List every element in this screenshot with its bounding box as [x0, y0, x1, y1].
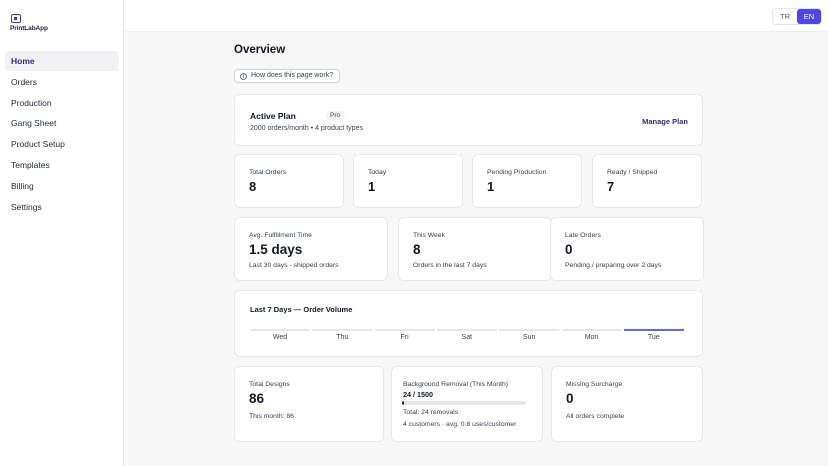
- designs-label: Total Designs: [249, 381, 290, 388]
- metric-subtext: Last 30 days - shipped orders: [249, 262, 339, 269]
- metric-card-late-orders: Late Orders 0 Pending / preparing over 2…: [550, 217, 704, 281]
- day-label: Wed: [272, 334, 288, 341]
- day-column-mon: Mon: [561, 329, 622, 341]
- help-button-label: How does this page work?: [251, 72, 334, 79]
- sidebar-nav: Home Orders Production Gang Sheet Produc…: [5, 51, 119, 217]
- day-label: Tue: [647, 334, 660, 341]
- day-label: Sun: [522, 334, 536, 341]
- stat-value: 1: [368, 179, 376, 194]
- sidebar: PrintLabApp Home Orders Production Gang …: [0, 0, 124, 466]
- day-bar-wed: [250, 329, 310, 331]
- designs-subtext: This month: 86: [249, 413, 294, 420]
- sidebar-item-production[interactable]: Production: [5, 93, 119, 113]
- lang-en-button[interactable]: EN: [797, 9, 821, 24]
- sidebar-item-billing[interactable]: Billing: [5, 176, 119, 196]
- day-column-fri: Fri: [374, 329, 435, 341]
- weekly-title: Last 7 Days — Order Volume: [250, 305, 353, 314]
- metric-value: 1.5 days: [249, 242, 303, 257]
- removal-total: Total: 24 removals: [403, 409, 459, 416]
- metric-label: This Week: [413, 232, 445, 239]
- day-column-tue: Tue: [623, 329, 684, 341]
- day-bar-sat: [436, 329, 497, 331]
- day-label: Sat: [461, 334, 473, 341]
- day-column-wed: Wed: [250, 329, 310, 341]
- removal-progress-bar: [402, 401, 526, 405]
- surcharge-subtext: All orders complete: [566, 413, 625, 420]
- top-bar: TR EN: [124, 0, 828, 32]
- metric-label: Late Orders: [565, 232, 601, 239]
- stat-label: Today: [368, 169, 387, 176]
- background-removal-card: Background Removal (This Month) 24 / 150…: [391, 366, 543, 442]
- logo-icon: [11, 14, 21, 23]
- stat-label: Pending Production: [487, 169, 547, 176]
- metric-subtext: Orders in the last 7 days: [413, 262, 487, 269]
- stat-label: Ready / Shipped: [607, 169, 658, 176]
- stat-card-today: Today 1: [353, 154, 463, 208]
- plan-description: 2000 orders/month • 4 product types: [250, 125, 363, 132]
- language-switcher: TR EN: [772, 8, 822, 25]
- total-designs-card: Total Designs 86 This month: 86: [234, 366, 384, 442]
- stat-card-pending-production: Pending Production 1: [472, 154, 582, 208]
- app-logo[interactable]: PrintLabApp: [10, 14, 50, 36]
- removal-label: Background Removal (This Month): [403, 381, 509, 388]
- surcharge-label: Missing Surcharge: [566, 381, 623, 388]
- removal-customers: 4 customers · avg. 0.8 uses/customer: [403, 421, 517, 428]
- stat-value: 1: [487, 179, 495, 194]
- day-column-thu: Thu: [312, 329, 373, 341]
- day-bar-sun: [499, 329, 560, 331]
- logo-text: PrintLabApp: [10, 25, 48, 32]
- sidebar-item-settings[interactable]: Settings: [5, 197, 119, 217]
- day-column-sun: Sun: [499, 329, 560, 341]
- plan-name: Active Plan: [250, 111, 296, 121]
- day-label: Fri: [400, 334, 409, 341]
- sidebar-item-gang-sheet[interactable]: Gang Sheet: [5, 113, 119, 133]
- stat-label: Total Orders: [249, 169, 287, 176]
- metric-card-fulfillment-time: Avg. Fulfillment Time 1.5 days Last 30 d…: [234, 217, 388, 281]
- info-icon: i: [240, 72, 247, 80]
- plan-badge: Pro: [325, 111, 346, 120]
- day-bar-mon: [561, 329, 622, 331]
- day-column-sat: Sat: [436, 329, 497, 341]
- removal-progress-fill: [402, 401, 404, 405]
- sidebar-item-templates[interactable]: Templates: [5, 155, 119, 175]
- metric-value: 8: [413, 242, 421, 257]
- sidebar-item-home[interactable]: Home: [5, 51, 119, 71]
- metric-subtext: Pending / preparing over 2 days: [565, 262, 662, 269]
- metric-card-this-week: This Week 8 Orders in the last 7 days: [398, 217, 552, 281]
- metric-value: 0: [565, 242, 573, 257]
- lang-tr-button[interactable]: TR: [773, 9, 797, 24]
- day-bar-tue: [623, 329, 684, 331]
- weekly-volume-card: Last 7 Days — Order Volume Wed Thu Fri Sat S…: [234, 290, 703, 357]
- stat-card-ready-shipped: Ready / Shipped 7: [592, 154, 702, 208]
- day-label: Mon: [584, 334, 599, 341]
- removal-usage: 24 / 1500: [403, 390, 433, 399]
- day-bar-fri: [374, 329, 435, 331]
- manage-plan-link[interactable]: Manage Plan: [642, 117, 688, 126]
- missing-surcharge-card: Missing Surcharge 0 All orders complete: [551, 366, 703, 442]
- metric-label: Avg. Fulfillment Time: [249, 232, 312, 239]
- stat-value: 8: [249, 179, 257, 194]
- weekly-volume-chart: Wed Thu Fri Sat Sun Mon Tue: [250, 329, 687, 349]
- surcharge-value: 0: [566, 391, 574, 406]
- day-label: Thu: [336, 334, 349, 341]
- day-bar-thu: [312, 329, 373, 331]
- page-title: Overview: [234, 44, 286, 56]
- stat-card-total-orders: Total Orders 8: [234, 154, 344, 208]
- sidebar-item-orders[interactable]: Orders: [5, 72, 119, 92]
- designs-value: 86: [249, 391, 265, 406]
- active-plan-card: Active Plan Pro 2000 orders/month • 4 pr…: [234, 94, 703, 146]
- sidebar-item-product-setup[interactable]: Product Setup: [5, 134, 119, 154]
- stat-value: 7: [607, 179, 615, 194]
- help-button[interactable]: i How does this page work?: [234, 69, 341, 83]
